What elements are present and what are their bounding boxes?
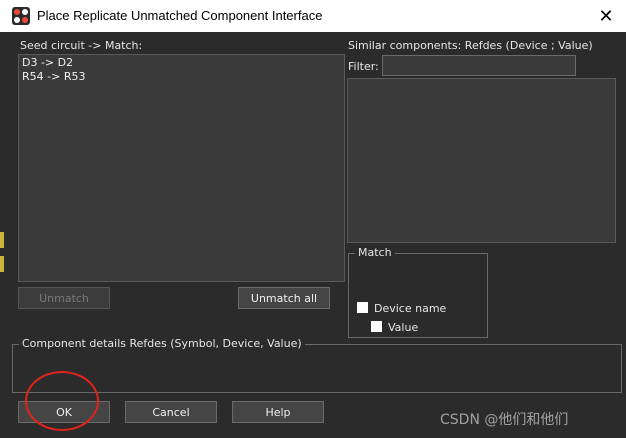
window-title: Place Replicate Unmatched Component Inte… — [37, 8, 323, 23]
title-bar: Place Replicate Unmatched Component Inte… — [0, 0, 626, 32]
help-button[interactable]: Help — [232, 401, 324, 423]
device-name-checkbox[interactable] — [357, 302, 368, 313]
device-name-label: Device name — [374, 302, 447, 315]
similar-components-list[interactable] — [347, 78, 616, 243]
close-icon[interactable]: ✕ — [586, 0, 626, 32]
unmatch-all-button[interactable]: Unmatch all — [238, 287, 330, 309]
cancel-button[interactable]: Cancel — [125, 401, 217, 423]
list-item[interactable]: D3 -> D2 — [19, 56, 344, 70]
app-icon — [12, 7, 30, 25]
list-item[interactable]: R54 -> R53 — [19, 70, 344, 84]
watermark: CSDN @他们和他们 — [440, 412, 569, 428]
seed-circuit-list[interactable]: D3 -> D2 R54 -> R53 — [18, 54, 345, 282]
match-group-title: Match — [355, 246, 395, 259]
filter-label: Filter: — [348, 60, 379, 73]
component-details-title: Component details Refdes (Symbol, Device… — [19, 337, 305, 350]
annotation-circle — [25, 371, 99, 431]
value-label: Value — [388, 321, 419, 334]
unmatch-button[interactable]: Unmatch — [18, 287, 110, 309]
value-checkbox[interactable] — [371, 321, 382, 332]
background-edge-mark — [0, 232, 4, 248]
component-details-group: Component details Refdes (Symbol, Device… — [12, 337, 622, 393]
seed-circuit-label: Seed circuit -> Match: — [20, 39, 143, 52]
similar-components-label: Similar components: Refdes (Device ; Val… — [348, 39, 593, 52]
background-edge-mark — [0, 256, 4, 272]
filter-input[interactable] — [382, 55, 576, 76]
